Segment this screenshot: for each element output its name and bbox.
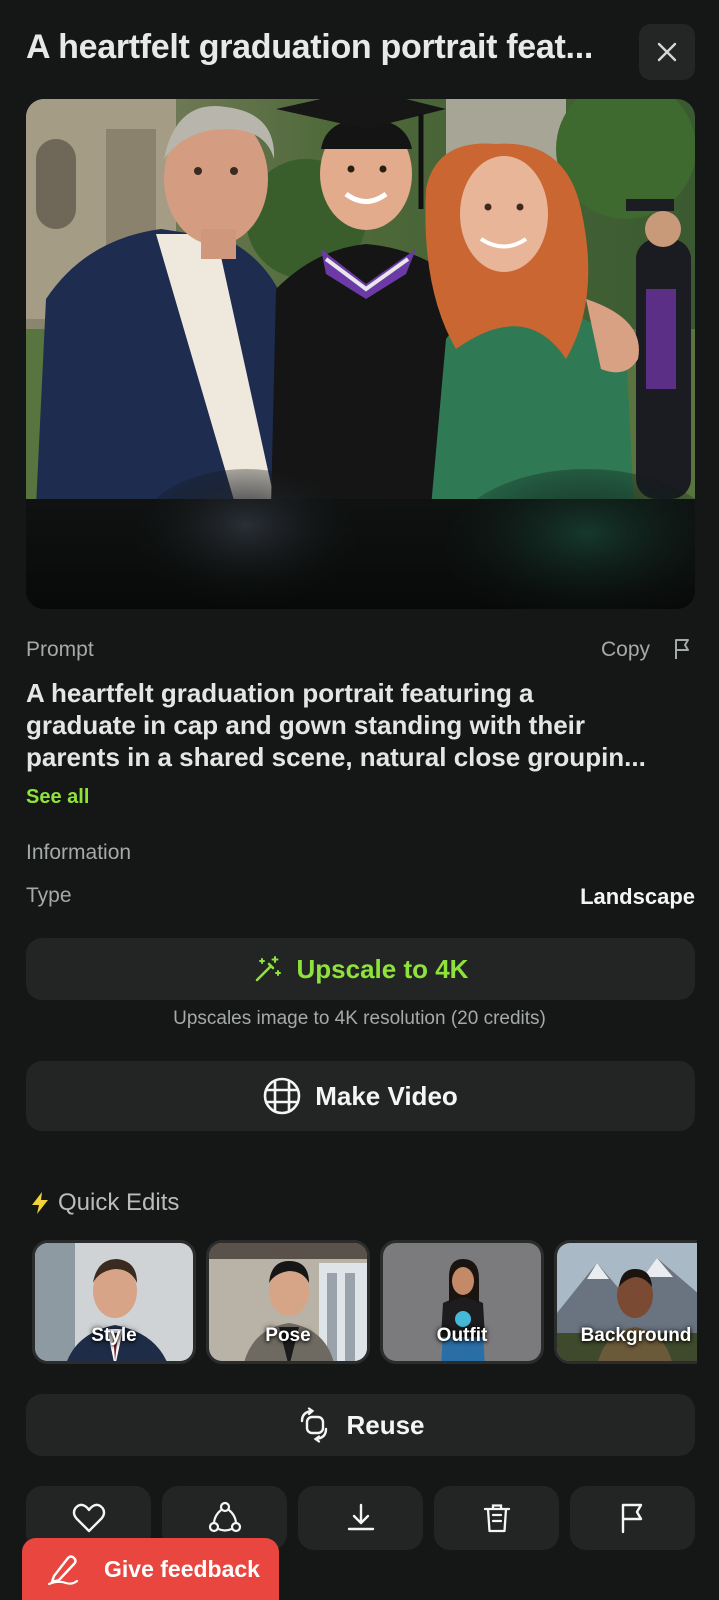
information-label: Information — [26, 841, 132, 864]
quick-edits-heading: Quick Edits — [30, 1189, 179, 1217]
reuse-button[interactable]: Reuse — [26, 1394, 695, 1456]
prompt-line: parents in a shared scene, natural close… — [26, 742, 646, 772]
film-icon — [263, 1077, 301, 1115]
quick-edits-carousel[interactable]: Style Pose Outfit Background — [32, 1240, 697, 1364]
close-icon — [657, 42, 677, 62]
generated-image[interactable] — [26, 99, 695, 609]
copy-button[interactable]: Copy — [601, 638, 650, 662]
lightning-icon — [32, 1192, 48, 1214]
delete-button[interactable] — [434, 1486, 559, 1550]
download-button[interactable] — [298, 1486, 423, 1550]
report-button[interactable] — [570, 1486, 695, 1550]
page-title: A heartfelt graduation portrait feat... — [26, 28, 593, 66]
quick-edit-label: Pose — [265, 1325, 311, 1346]
prompt-line: graduate in cap and gown standing with t… — [26, 710, 586, 740]
magic-wand-icon — [255, 956, 281, 982]
quick-edits-label: Quick Edits — [58, 1189, 180, 1216]
give-feedback-button[interactable]: Give feedback — [22, 1538, 279, 1600]
reuse-icon — [301, 1407, 328, 1443]
quick-edit-label: Outfit — [436, 1325, 488, 1346]
type-value: Landscape — [580, 884, 695, 909]
quick-edit-outfit[interactable]: Outfit — [380, 1240, 544, 1364]
quick-edit-style[interactable]: Style — [32, 1240, 196, 1364]
upscale-button[interactable]: Upscale to 4K — [26, 938, 695, 1000]
upscale-label: Upscale to 4K — [296, 953, 469, 984]
share-icon — [208, 1501, 241, 1533]
quick-edit-label: Background — [580, 1325, 692, 1346]
pen-icon — [47, 1555, 79, 1586]
trash-icon — [483, 1504, 510, 1533]
quick-edit-pose[interactable]: Pose — [206, 1240, 370, 1364]
upscale-note: Upscales image to 4K resolution (20 cred… — [173, 1008, 546, 1029]
make-video-button[interactable]: Make Video — [26, 1061, 695, 1131]
flag-icon — [675, 639, 689, 659]
flag-icon — [621, 1503, 642, 1534]
image-detail-panel: A heartfelt graduation portrait feat... — [0, 0, 719, 1600]
heart-icon — [72, 1503, 105, 1533]
close-button[interactable] — [639, 24, 695, 80]
download-icon — [347, 1503, 374, 1531]
make-video-label: Make Video — [315, 1080, 458, 1111]
report-prompt-button[interactable] — [674, 638, 692, 665]
quick-edit-background[interactable]: Background — [554, 1240, 697, 1364]
reuse-label: Reuse — [346, 1409, 425, 1440]
feedback-label: Give feedback — [104, 1555, 260, 1582]
prompt-label: Prompt — [26, 638, 94, 661]
quick-edit-label: Style — [91, 1325, 137, 1346]
prompt-line: A heartfelt graduation portrait featurin… — [26, 678, 534, 708]
see-all-link[interactable]: See all — [26, 786, 89, 809]
prompt-text: A heartfelt graduation portrait featurin… — [26, 677, 701, 773]
type-label: Type — [26, 884, 72, 907]
